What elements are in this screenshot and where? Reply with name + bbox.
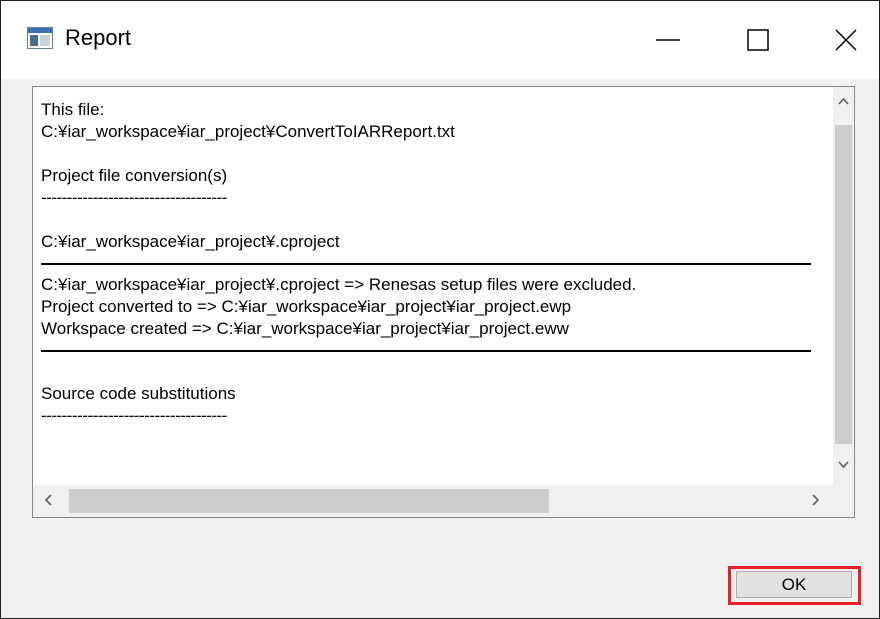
report-line bbox=[41, 143, 811, 165]
horizontal-scrollbar[interactable] bbox=[33, 485, 833, 517]
report-line: C:¥iar_workspace¥iar_project¥ConvertToIA… bbox=[41, 122, 455, 141]
report-line: Source code substitutions bbox=[41, 384, 236, 403]
window-title: Report bbox=[65, 25, 132, 50]
horizontal-scroll-thumb[interactable] bbox=[69, 489, 549, 513]
chevron-down-icon bbox=[838, 461, 849, 469]
maximize-button[interactable] bbox=[719, 1, 797, 79]
report-text-area[interactable]: This file: C:¥iar_workspace¥iar_project¥… bbox=[32, 86, 855, 518]
close-icon bbox=[835, 29, 857, 51]
minimize-icon bbox=[656, 39, 680, 41]
scrollbar-corner bbox=[833, 485, 854, 517]
vertical-scroll-thumb[interactable] bbox=[835, 125, 852, 444]
separator-line bbox=[41, 263, 811, 265]
report-line: Project file conversion(s) bbox=[41, 166, 228, 185]
close-button[interactable] bbox=[807, 1, 880, 79]
maximize-icon bbox=[747, 29, 769, 51]
scroll-right-button[interactable] bbox=[801, 485, 833, 517]
report-line: ------------------------------------ bbox=[41, 406, 227, 425]
scroll-up-button[interactable] bbox=[833, 87, 854, 117]
ok-button[interactable]: OK bbox=[736, 571, 852, 598]
scroll-down-button[interactable] bbox=[833, 451, 854, 481]
report-line bbox=[41, 361, 811, 383]
title-bar[interactable]: Report bbox=[1, 1, 879, 79]
chevron-up-icon bbox=[838, 97, 849, 105]
minimize-button[interactable] bbox=[629, 1, 707, 79]
scroll-left-button[interactable] bbox=[33, 485, 65, 517]
report-line: Workspace created => C:¥iar_workspace¥ia… bbox=[41, 319, 569, 338]
vertical-scrollbar[interactable] bbox=[833, 87, 854, 485]
report-line: C:¥iar_workspace¥iar_project¥.cproject bbox=[41, 232, 340, 251]
separator-line bbox=[41, 350, 811, 352]
report-line: ------------------------------------ bbox=[41, 188, 227, 207]
report-line: This file: bbox=[41, 100, 105, 119]
chevron-left-icon bbox=[44, 494, 52, 506]
chevron-right-icon bbox=[812, 494, 820, 506]
report-window: Report This file: C:¥iar_workspace¥iar_p… bbox=[0, 0, 880, 619]
app-window-icon bbox=[27, 27, 53, 49]
report-content: This file: C:¥iar_workspace¥iar_project¥… bbox=[41, 99, 811, 481]
report-line: C:¥iar_workspace¥iar_project¥.cproject =… bbox=[41, 275, 637, 294]
report-line: Project converted to => C:¥iar_workspace… bbox=[41, 297, 572, 316]
report-line bbox=[41, 209, 811, 231]
